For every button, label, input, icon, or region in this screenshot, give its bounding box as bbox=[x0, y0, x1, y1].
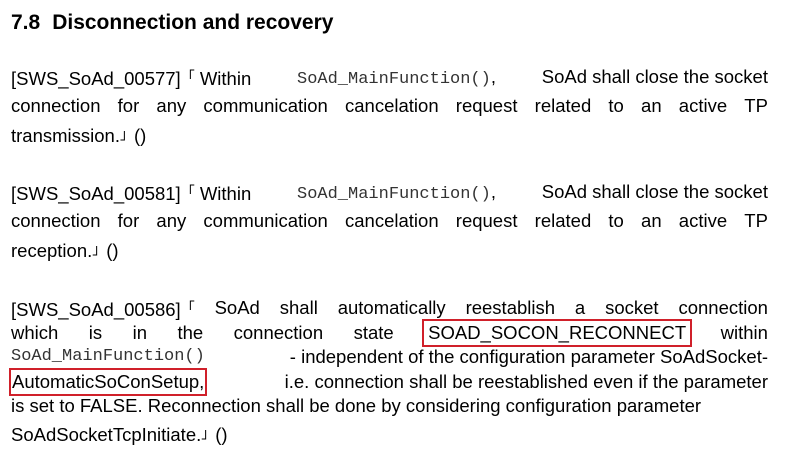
word: the bbox=[177, 321, 204, 343]
word: to bbox=[608, 209, 624, 231]
word: a bbox=[574, 297, 586, 318]
text-segment: SoAd shall close the socket bbox=[541, 181, 768, 202]
text-segment: SoAd shall close the socket bbox=[541, 66, 768, 87]
highlighted-parameter-name: AutomaticSoConSetup, bbox=[8, 367, 208, 396]
word: an bbox=[641, 94, 662, 116]
section-title: Disconnection and recovery bbox=[52, 11, 334, 34]
word: cancelation bbox=[345, 209, 439, 231]
word: is bbox=[88, 321, 103, 343]
text-line: is set to FALSE. Reconnection shall be d… bbox=[11, 394, 768, 419]
word: which bbox=[11, 321, 59, 343]
text-segment: reception. bbox=[11, 240, 93, 261]
word: cancelation bbox=[345, 94, 439, 116]
trace-reference: () bbox=[106, 240, 119, 261]
word: Within bbox=[199, 183, 252, 204]
word: active bbox=[678, 94, 728, 116]
text-line: [SWS_SoAd_00581]「 Within SoAd_MainFuncti… bbox=[11, 178, 768, 207]
trace-reference: () bbox=[133, 125, 147, 146]
requirement-id: [SWS_SoAd_00586] bbox=[11, 299, 181, 320]
word: connection bbox=[11, 94, 101, 116]
word: request bbox=[455, 209, 518, 231]
word: active bbox=[678, 209, 728, 231]
text-segment: - independent of the configuration param… bbox=[289, 346, 768, 367]
text-line: which is in the connection state SOAD_SO… bbox=[11, 318, 768, 347]
function-name: SoAd_MainFunction() bbox=[11, 347, 205, 366]
word: any bbox=[156, 209, 187, 231]
trace-reference: () bbox=[215, 423, 228, 445]
word: TP bbox=[744, 209, 768, 231]
word: request bbox=[455, 94, 518, 116]
word: automatically bbox=[337, 297, 446, 318]
word: an bbox=[641, 209, 662, 231]
word: for bbox=[117, 209, 140, 231]
word: connection bbox=[678, 297, 768, 318]
text-line: SoAdSocketTcpInitiate.」() bbox=[11, 419, 768, 447]
text-line: reception.」() bbox=[11, 235, 768, 264]
word: SoAd bbox=[214, 297, 260, 318]
text-segment: i.e. connection shall be reestablished e… bbox=[284, 370, 768, 392]
word: state bbox=[353, 321, 394, 343]
word: connection bbox=[233, 321, 324, 343]
highlighted-state-name: SOAD_SOCON_RECONNECT bbox=[422, 318, 693, 347]
text-line: connection for any communication cancela… bbox=[11, 92, 768, 121]
word: for bbox=[117, 94, 140, 116]
close-bracket-mark: 」 bbox=[92, 241, 107, 257]
section-heading: 7.8 Disconnection and recovery bbox=[11, 11, 333, 35]
word: to bbox=[608, 94, 624, 116]
text-segment: is set to FALSE. Reconnection shall be d… bbox=[11, 395, 702, 416]
requirement-id: [SWS_SoAd_00577] bbox=[11, 68, 181, 89]
text-line: [SWS_SoAd_00577]「 Within SoAd_MainFuncti… bbox=[11, 63, 768, 92]
open-bracket-mark: 「 bbox=[180, 184, 195, 200]
word: within bbox=[720, 321, 768, 343]
text-segment: transmission. bbox=[11, 125, 120, 146]
word: communication bbox=[203, 209, 328, 231]
word: in bbox=[132, 321, 147, 343]
word: connection bbox=[11, 209, 101, 231]
text-line: AutomaticSoConSetup, i.e. connection sha… bbox=[8, 367, 768, 396]
open-bracket-mark: 「 bbox=[180, 300, 195, 316]
requirement-swsoad-00577: [SWS_SoAd_00577]「 Within SoAd_MainFuncti… bbox=[11, 63, 768, 149]
text-line: [SWS_SoAd_00586]「 SoAd shall automatical… bbox=[11, 296, 768, 321]
requirement-swsoad-00586: [SWS_SoAd_00586]「 SoAd shall automatical… bbox=[8, 296, 768, 447]
close-bracket-mark: 」 bbox=[201, 424, 216, 441]
function-name: SoAd_MainFunction() bbox=[297, 70, 491, 89]
word: any bbox=[156, 94, 187, 116]
open-bracket-mark: 「 bbox=[180, 69, 195, 85]
word: socket bbox=[605, 297, 659, 318]
function-name: SoAd_MainFunction() bbox=[297, 185, 491, 204]
text-line: SoAd_MainFunction() - independent of the… bbox=[11, 345, 768, 370]
word: related bbox=[534, 209, 592, 231]
text-line: transmission.」() bbox=[11, 120, 768, 149]
requirement-swsoad-00581: [SWS_SoAd_00581]「 Within SoAd_MainFuncti… bbox=[11, 178, 768, 264]
text-line: connection for any communication cancela… bbox=[11, 207, 768, 236]
text-segment: SoAdSocketTcpInitiate. bbox=[11, 423, 202, 445]
section-number: 7.8 bbox=[11, 11, 41, 34]
word: communication bbox=[203, 94, 328, 116]
word: Within bbox=[199, 68, 252, 89]
word: reestablish bbox=[465, 297, 556, 318]
word: shall bbox=[279, 297, 318, 318]
requirement-id: [SWS_SoAd_00581] bbox=[11, 183, 181, 204]
word: TP bbox=[744, 94, 768, 116]
word: related bbox=[534, 94, 592, 116]
close-bracket-mark: 」 bbox=[119, 126, 134, 142]
